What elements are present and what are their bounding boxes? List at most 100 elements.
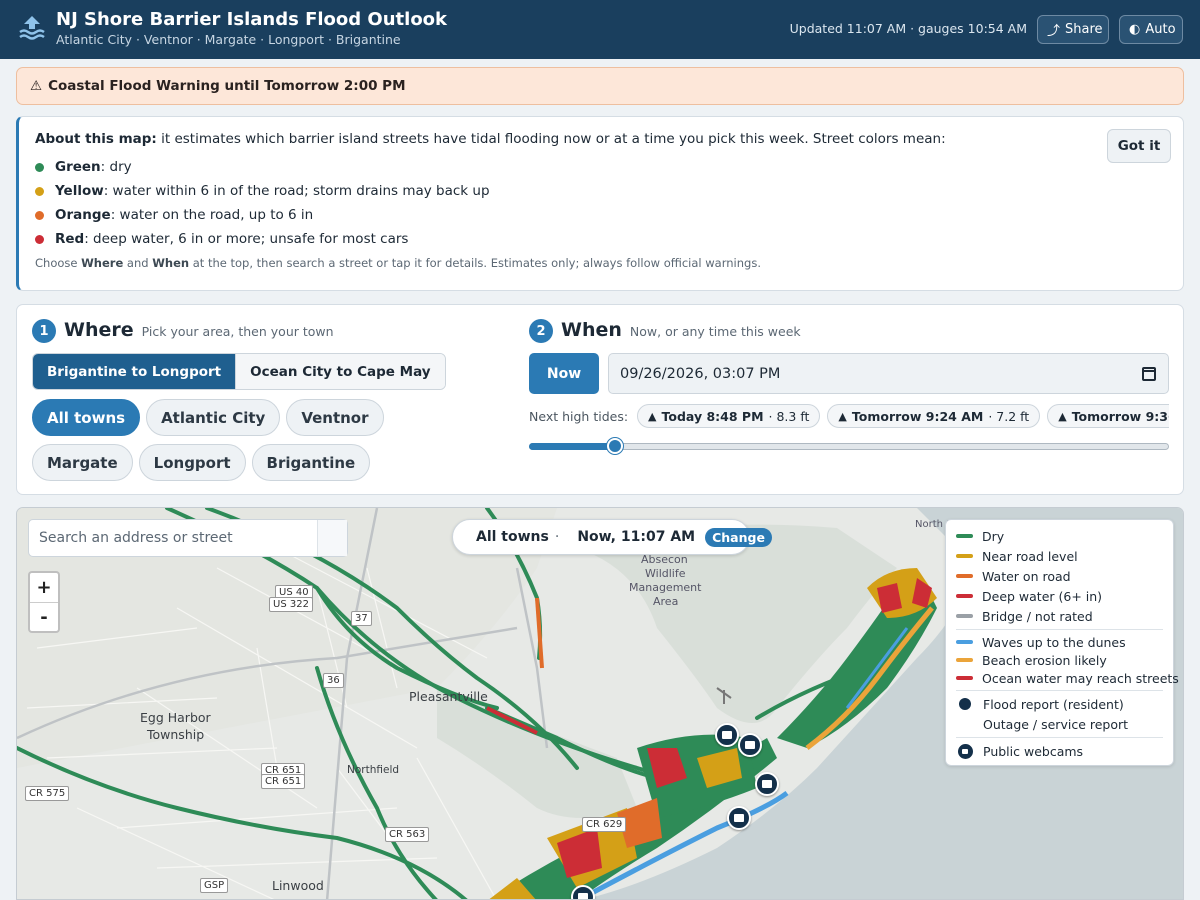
slider-track[interactable] xyxy=(529,443,1169,450)
legend-term: Red xyxy=(55,231,85,247)
high-tide-icon: ▲ xyxy=(648,409,657,423)
route-shield: CR 563 xyxy=(385,827,430,842)
route-shield: 37 xyxy=(351,611,372,626)
legend-swatch xyxy=(956,614,973,618)
webcam-marker[interactable] xyxy=(715,723,739,747)
flood-warning-banner: ⚠ Coastal Flood Warning until Tomorrow 2… xyxy=(16,67,1184,105)
town-chip[interactable]: All towns xyxy=(32,399,141,436)
high-tide-icon: ▲ xyxy=(1058,409,1067,423)
map-legend-label: Ocean water may reach streets xyxy=(982,670,1179,686)
datetime-input[interactable]: 09/26/2026, 03:07 PM xyxy=(608,353,1169,394)
town-chip[interactable]: Atlantic City xyxy=(146,399,281,436)
map-place-label: Northfield xyxy=(347,764,400,776)
search-input[interactable] xyxy=(29,520,317,556)
map-legend-label: Outage / service report xyxy=(983,716,1129,732)
about-intro: About this map: it estimates which barri… xyxy=(35,131,1167,147)
webcam-marker[interactable] xyxy=(727,806,751,830)
legend-divider xyxy=(956,629,1163,630)
share-icon: ⤴ xyxy=(1047,24,1061,39)
tide-chip[interactable]: ▲ Today 8:48 PM · 8.3 ft xyxy=(637,404,821,428)
map-legend-item: Bridge / not rated xyxy=(956,606,1163,626)
zoom-control: + - xyxy=(28,571,60,633)
town-chip[interactable]: Longport xyxy=(138,444,246,481)
legend-term: Green xyxy=(55,159,101,175)
map-legend-label: Waves up to the dunes xyxy=(982,634,1126,650)
webcam-marker[interactable] xyxy=(738,733,762,757)
region-option[interactable]: Brigantine to Longport xyxy=(33,354,236,389)
share-button-label: Share xyxy=(1065,22,1103,37)
map-legend-item: Outage / service report xyxy=(956,714,1163,734)
map-legend-item: Dry xyxy=(956,526,1163,546)
got-it-button[interactable]: Got it xyxy=(1107,129,1171,163)
slider-fill xyxy=(529,443,616,450)
map-legend-item: Flood report (resident) xyxy=(956,694,1163,714)
warning-text: Coastal Flood Warning until Tomorrow 2:0… xyxy=(48,78,406,94)
share-button[interactable]: ⤴ Share xyxy=(1037,15,1109,44)
town-chip[interactable]: Ventnor xyxy=(286,399,384,436)
contrast-icon: ◐ xyxy=(1129,22,1141,37)
legend-item: Yellow: water within 6 in of the road; s… xyxy=(35,179,1167,203)
when-heading: 2 When Now, or any time this week xyxy=(529,319,801,343)
tide-chip[interactable]: ▲ Tomorrow 9:24 AM · 7.2 ft xyxy=(827,404,1041,428)
datetime-value: 09/26/2026, 03:07 PM xyxy=(620,365,781,382)
slider-thumb[interactable] xyxy=(607,438,624,454)
where-heading: 1 Where Pick your area, then your town xyxy=(32,319,334,343)
zoom-out-button[interactable]: - xyxy=(30,602,58,631)
legend-swatch xyxy=(956,594,973,598)
tide-height: · 8.3 ft xyxy=(768,408,810,424)
legend-item: Red: deep water, 6 in or more; unsafe fo… xyxy=(35,227,1167,251)
step-number: 1 xyxy=(32,319,56,343)
map-legend-label: Dry xyxy=(982,528,1005,544)
map-legend-label: Public webcams xyxy=(983,743,1084,759)
street-search[interactable] xyxy=(28,519,348,557)
route-shield: CR 575 xyxy=(25,786,70,801)
about-lead: About this map: xyxy=(35,131,157,147)
town-chip[interactable]: Margate xyxy=(32,444,133,481)
flood-report-dot-icon xyxy=(959,698,971,710)
map-status-pill: All towns · Now, 11:07 AM Change xyxy=(452,519,772,555)
note-when: When xyxy=(152,256,190,270)
legend-divider xyxy=(956,737,1163,738)
map-place-label: Township xyxy=(147,727,205,742)
time-slider[interactable] xyxy=(529,438,1169,454)
route-shield: 36 xyxy=(323,673,344,688)
where-title: Where xyxy=(64,319,134,341)
note-part: and xyxy=(123,256,153,270)
region-option[interactable]: Ocean City to Cape May xyxy=(235,354,445,389)
route-shield: GSP xyxy=(200,878,229,893)
search-submit[interactable] xyxy=(317,520,347,556)
legend-swatch xyxy=(956,676,973,680)
street-color-legend: Green: dry Yellow: water within 6 in of t… xyxy=(35,155,1167,251)
zoom-in-button[interactable]: + xyxy=(30,573,58,602)
legend-swatch xyxy=(956,554,973,558)
webcam-marker[interactable] xyxy=(755,772,779,796)
map-place-label: Linwood xyxy=(272,878,324,893)
controls-panel: 1 Where Pick your area, then your town B… xyxy=(16,304,1184,495)
map-legend-label: Water on road xyxy=(982,568,1071,584)
legend-term: Orange xyxy=(55,207,111,223)
map-legend-item: Deep water (6+ in) xyxy=(956,586,1163,606)
legend-swatch xyxy=(956,534,973,538)
tide-height: · 7.2 ft xyxy=(988,408,1030,424)
high-tide-icon: ▲ xyxy=(838,409,847,423)
page-title: NJ Shore Barrier Islands Flood Outlook xyxy=(56,9,448,30)
map-legend-label: Near road level xyxy=(982,548,1078,564)
theme-auto-button[interactable]: ◐ Auto xyxy=(1119,15,1183,44)
map-legend-item: Ocean water may reach streets xyxy=(956,669,1179,687)
about-intro-text: it estimates which barrier island street… xyxy=(156,131,946,147)
legend-dot-icon xyxy=(35,234,44,244)
where-hint: Pick your area, then your town xyxy=(141,324,334,339)
map-legend-label: Beach erosion likely xyxy=(982,652,1107,668)
tide-chip[interactable]: ▲Tomorrow 9:36 PM· 5.8 ft xyxy=(1047,404,1169,428)
town-chip[interactable]: Brigantine xyxy=(251,444,371,481)
step-number: 2 xyxy=(529,319,553,343)
change-button[interactable]: Change xyxy=(705,527,772,547)
tide-time: Tomorrow 9:36 PM xyxy=(1071,408,1169,424)
calendar-icon[interactable] xyxy=(1142,367,1156,381)
flood-map[interactable]: Egg Harbor Township Pleasantville Northf… xyxy=(16,507,1184,900)
webcam-icon xyxy=(958,743,973,759)
map-place-label: Egg Harbor xyxy=(140,710,211,725)
legend-dot-icon xyxy=(35,210,44,220)
map-legend-label: Deep water (6+ in) xyxy=(982,588,1103,604)
now-button[interactable]: Now xyxy=(529,353,599,394)
